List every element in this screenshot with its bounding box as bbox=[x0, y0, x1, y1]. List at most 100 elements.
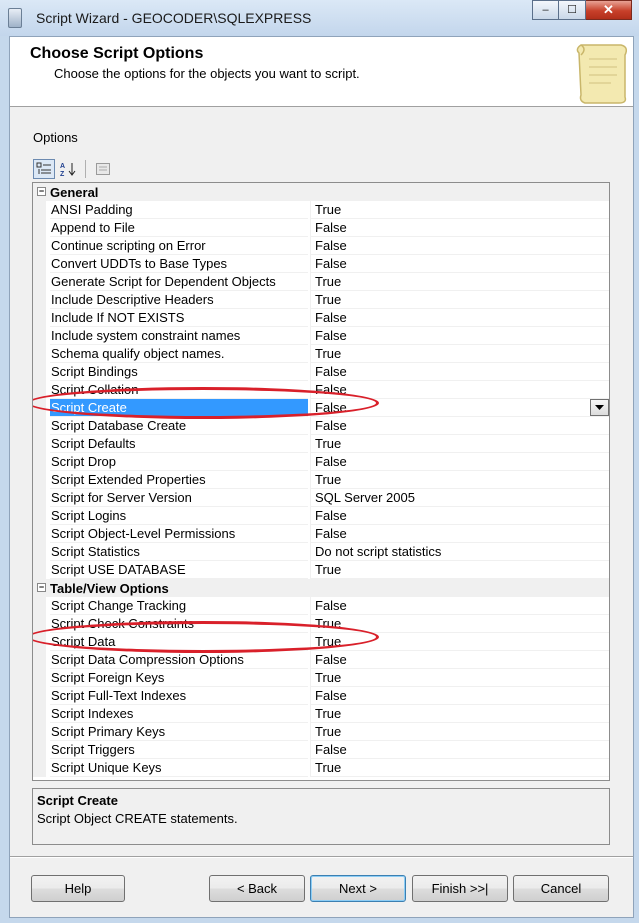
property-row[interactable]: Script Create False bbox=[33, 387, 609, 419]
property-value[interactable]: False bbox=[310, 255, 609, 273]
property-name[interactable]: Schema qualify object names. bbox=[50, 345, 308, 363]
property-row[interactable]: Append to File False bbox=[33, 219, 609, 237]
maximize-button[interactable]: ☐ bbox=[559, 0, 586, 20]
property-row[interactable]: Script Data True bbox=[33, 621, 609, 653]
property-value[interactable]: True bbox=[310, 723, 609, 741]
property-value[interactable]: False bbox=[310, 597, 609, 615]
property-name[interactable]: Script Data bbox=[50, 633, 308, 651]
property-pages-button[interactable] bbox=[92, 159, 114, 179]
collapse-icon[interactable]: − bbox=[37, 583, 46, 592]
property-row[interactable]: Script Change Tracking False bbox=[33, 597, 609, 615]
property-row[interactable]: Script Defaults True bbox=[33, 435, 609, 453]
property-value[interactable]: False bbox=[310, 507, 609, 525]
property-value[interactable]: False bbox=[310, 381, 609, 399]
property-name[interactable]: Script Logins bbox=[50, 507, 308, 525]
property-name[interactable]: Script Unique Keys bbox=[50, 759, 308, 777]
property-name[interactable]: Script Statistics bbox=[50, 543, 308, 561]
property-value[interactable]: False bbox=[310, 525, 609, 543]
property-value[interactable]: False bbox=[310, 399, 609, 417]
minimize-button[interactable]: – bbox=[532, 0, 559, 20]
property-row[interactable]: Script Drop False bbox=[33, 453, 609, 471]
property-name[interactable]: Script for Server Version bbox=[50, 489, 308, 507]
property-row[interactable]: Schema qualify object names. True bbox=[33, 345, 609, 363]
property-row[interactable]: Script Extended Properties True bbox=[33, 471, 609, 489]
property-value[interactable]: False bbox=[310, 237, 609, 255]
property-name[interactable]: Script Primary Keys bbox=[50, 723, 308, 741]
property-value[interactable]: True bbox=[310, 435, 609, 453]
property-name[interactable]: Script Change Tracking bbox=[50, 597, 308, 615]
property-row[interactable]: Script Logins False bbox=[33, 507, 609, 525]
property-row[interactable]: Script Indexes True bbox=[33, 705, 609, 723]
categorized-view-button[interactable] bbox=[33, 159, 55, 179]
finish-button[interactable]: Finish >>| bbox=[412, 875, 508, 902]
alphabetical-sort-button[interactable]: A Z bbox=[57, 159, 79, 179]
property-value[interactable]: False bbox=[310, 687, 609, 705]
property-row[interactable]: Script Unique Keys True bbox=[33, 759, 609, 777]
property-value[interactable]: True bbox=[310, 561, 609, 579]
property-name[interactable]: Script USE DATABASE bbox=[50, 561, 308, 579]
property-value[interactable]: True bbox=[310, 615, 609, 633]
property-name[interactable]: Script Triggers bbox=[50, 741, 308, 759]
property-row[interactable]: Script Database Create False bbox=[33, 417, 609, 435]
property-row[interactable]: Script Data Compression Options False bbox=[33, 651, 609, 669]
property-name[interactable]: Script Database Create bbox=[50, 417, 308, 435]
property-name[interactable]: ANSI Padding bbox=[50, 201, 308, 219]
property-name[interactable]: Include If NOT EXISTS bbox=[50, 309, 308, 327]
property-name[interactable]: Script Create bbox=[50, 399, 308, 417]
property-value[interactable]: False bbox=[310, 327, 609, 345]
back-button[interactable]: < Back bbox=[209, 875, 305, 902]
property-name[interactable]: Script Indexes bbox=[50, 705, 308, 723]
property-name[interactable]: Script Extended Properties bbox=[50, 471, 308, 489]
property-value[interactable]: False bbox=[310, 453, 609, 471]
property-row[interactable]: Script Foreign Keys True bbox=[33, 669, 609, 687]
close-button[interactable]: ✕ bbox=[586, 0, 632, 20]
property-value[interactable]: False bbox=[310, 741, 609, 759]
title-bar[interactable]: Script Wizard - GEOCODER\SQLEXPRESS – ☐ … bbox=[0, 0, 639, 36]
property-row[interactable]: Include system constraint names False bbox=[33, 327, 609, 345]
property-name[interactable]: Script Collation bbox=[50, 381, 308, 399]
property-row[interactable]: Script USE DATABASE True bbox=[33, 561, 609, 579]
property-row[interactable]: Script Object-Level Permissions False bbox=[33, 525, 609, 543]
property-value[interactable]: True bbox=[310, 345, 609, 363]
property-value[interactable]: True bbox=[310, 759, 609, 777]
property-value[interactable]: True bbox=[310, 669, 609, 687]
property-name[interactable]: Script Data Compression Options bbox=[50, 651, 308, 669]
property-value[interactable]: False bbox=[310, 309, 609, 327]
cancel-button[interactable]: Cancel bbox=[513, 875, 609, 902]
property-name[interactable]: Script Defaults bbox=[50, 435, 308, 453]
property-row[interactable]: Include Descriptive Headers True bbox=[33, 291, 609, 309]
property-row[interactable]: Script for Server Version SQL Server 2005 bbox=[33, 489, 609, 507]
help-button[interactable]: Help bbox=[31, 875, 125, 902]
property-name[interactable]: Append to File bbox=[50, 219, 308, 237]
property-value[interactable]: True bbox=[310, 705, 609, 723]
property-name[interactable]: Script Drop bbox=[50, 453, 308, 471]
property-row[interactable]: Script Primary Keys True bbox=[33, 723, 609, 741]
property-value[interactable]: False bbox=[310, 417, 609, 435]
property-value[interactable]: Do not script statistics bbox=[310, 543, 609, 561]
property-value[interactable]: True bbox=[310, 201, 609, 219]
property-row[interactable]: Convert UDDTs to Base Types False bbox=[33, 255, 609, 273]
property-row[interactable]: Script Collation False bbox=[33, 381, 609, 399]
property-value[interactable]: True bbox=[310, 291, 609, 309]
property-value[interactable]: False bbox=[310, 219, 609, 237]
collapse-icon[interactable]: − bbox=[37, 187, 46, 196]
property-name[interactable]: Script Check Constraints bbox=[50, 615, 308, 633]
property-row[interactable]: Script Full-Text Indexes False bbox=[33, 687, 609, 705]
property-row[interactable]: Generate Script for Dependent Objects Tru… bbox=[33, 273, 609, 291]
property-value[interactable]: True bbox=[310, 471, 609, 489]
property-value[interactable]: False bbox=[310, 363, 609, 381]
property-name[interactable]: Generate Script for Dependent Objects bbox=[50, 273, 308, 291]
property-name[interactable]: Script Bindings bbox=[50, 363, 308, 381]
value-dropdown-button[interactable] bbox=[590, 399, 609, 416]
property-name[interactable]: Script Object-Level Permissions bbox=[50, 525, 308, 543]
property-name[interactable]: Include system constraint names bbox=[50, 327, 308, 345]
property-row[interactable]: Continue scripting on Error False bbox=[33, 237, 609, 255]
property-value[interactable]: SQL Server 2005 bbox=[310, 489, 609, 507]
category-row[interactable]: − General bbox=[33, 183, 609, 201]
property-name[interactable]: Script Full-Text Indexes bbox=[50, 687, 308, 705]
property-name[interactable]: Include Descriptive Headers bbox=[50, 291, 308, 309]
property-row[interactable]: ANSI Padding True bbox=[33, 201, 609, 219]
category-row[interactable]: − Table/View Options bbox=[33, 579, 609, 597]
property-row[interactable]: Script Statistics Do not script statistic… bbox=[33, 543, 609, 561]
next-button[interactable]: Next > bbox=[310, 875, 406, 902]
